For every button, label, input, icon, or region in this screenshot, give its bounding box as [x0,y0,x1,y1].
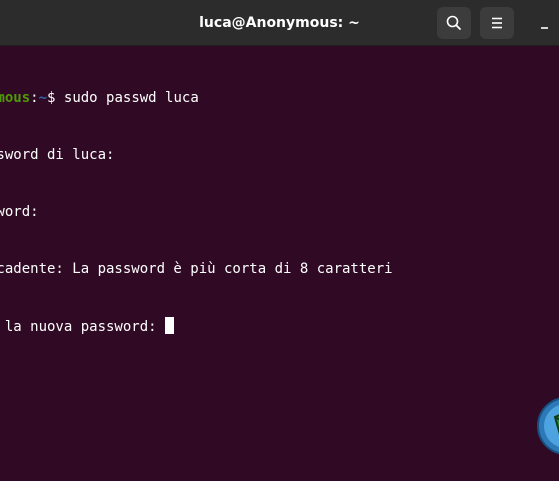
prompt-line: ymous:~$ sudo passwd luca [0,89,393,108]
menu-button[interactable] [480,7,514,39]
minimize-button[interactable] [530,7,559,39]
app-icon [537,397,559,455]
input-line[interactable]: e la nuova password: [0,317,393,336]
terminal-window: luca@Anonymous: ~ ymous:~$ sudo passwd l… [0,0,559,481]
output-line: ssword di luca: [0,147,115,163]
text-cursor [165,317,175,334]
prompt-separator: : [30,90,39,106]
search-button[interactable] [437,7,471,39]
input-prompt: e la nuova password: [0,319,166,335]
minimize-icon [541,27,548,29]
prompt-host: ymous [0,90,31,106]
dock-app-button[interactable] [536,393,559,459]
hamburger-menu-icon [492,17,502,29]
search-icon [446,15,461,30]
output-line: sword: [0,204,39,220]
prompt-command: sudo passwd luca [55,90,199,106]
title-bar[interactable]: luca@Anonymous: ~ [0,0,559,46]
output-line: scadente: La password è più corta di 8 c… [0,261,393,277]
prompt-path: ~ [38,90,48,106]
window-title: luca@Anonymous: ~ [199,15,360,31]
terminal-output[interactable]: ymous:~$ sudo passwd luca ssword di luca… [0,46,559,481]
